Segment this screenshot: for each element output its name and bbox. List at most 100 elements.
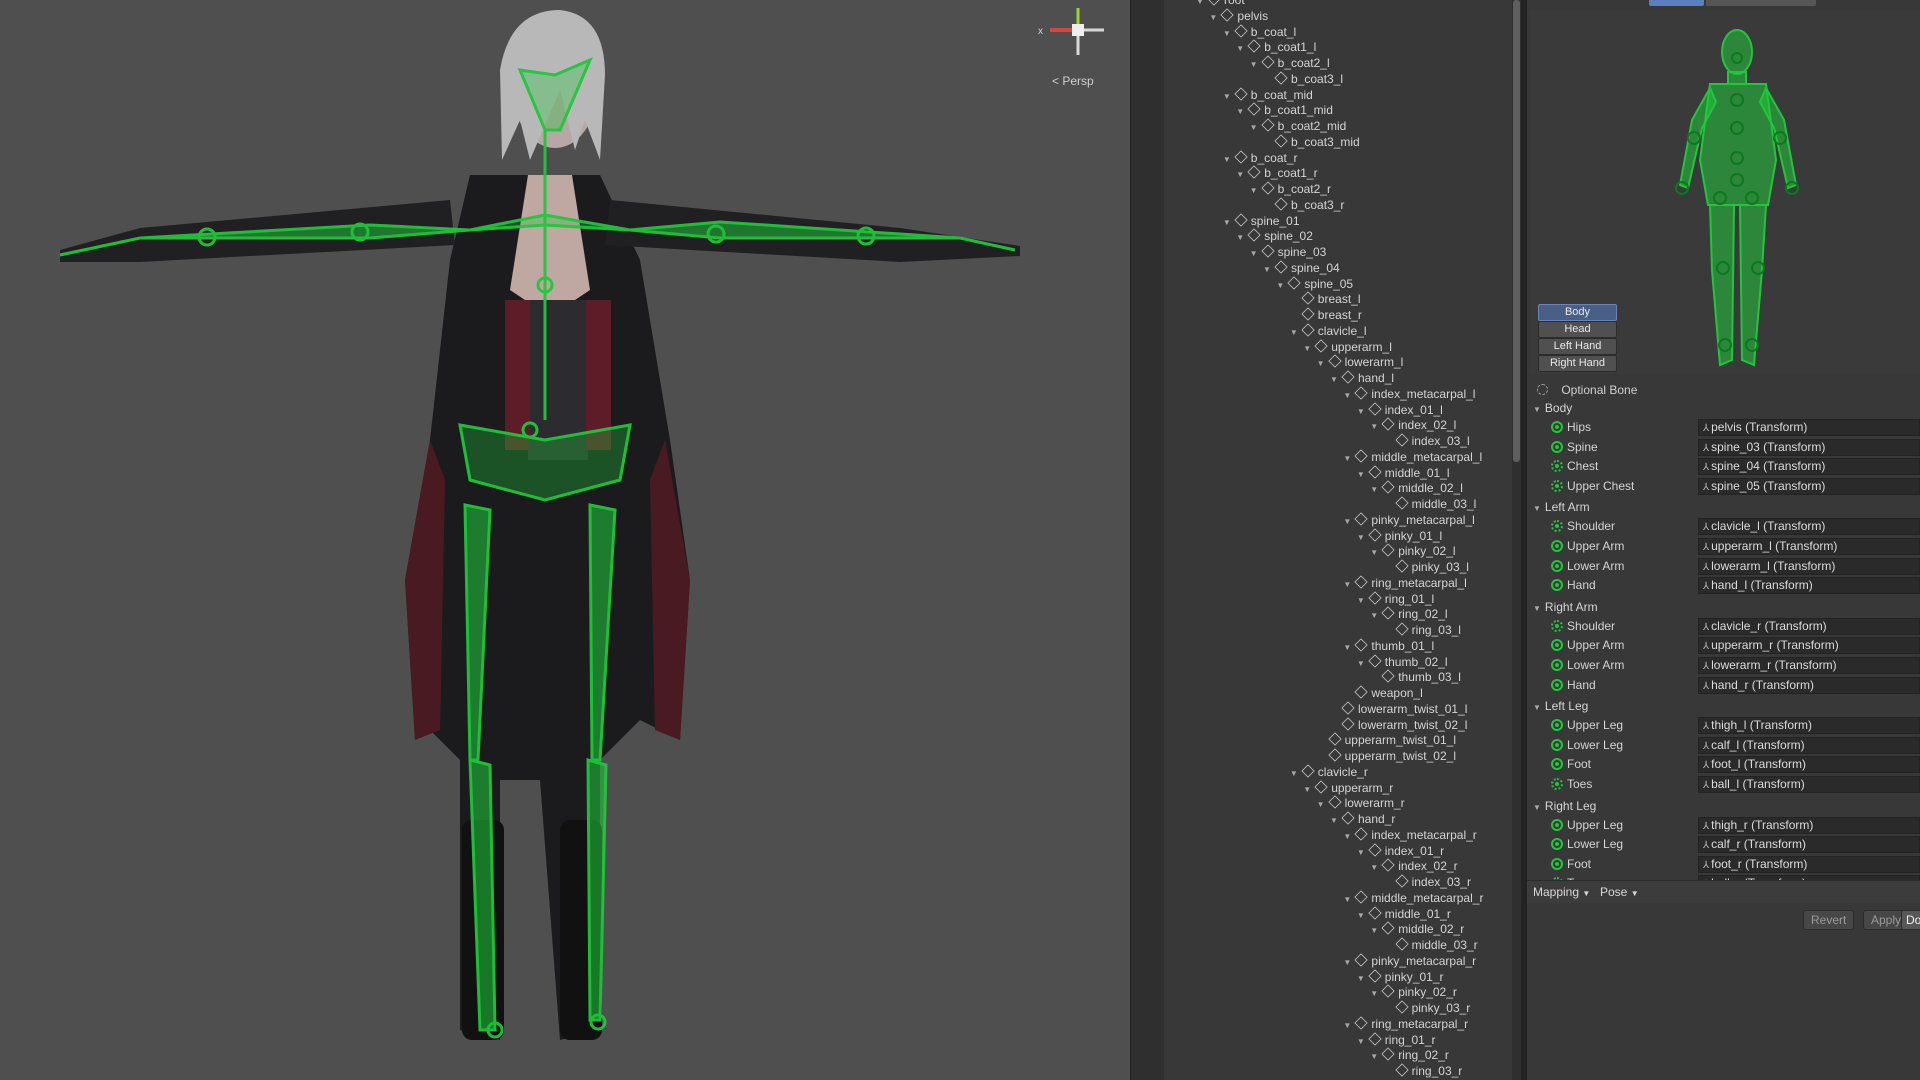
hierarchy-row[interactable]: ▼ ring_metacarpal_l (1341, 575, 1467, 592)
hierarchy-row[interactable]: ▼ring_03_r (1382, 1063, 1462, 1079)
hierarchy-row[interactable]: ▼ b_coat2_l (1248, 55, 1330, 72)
hierarchy-row[interactable]: ▼index_03_r (1382, 874, 1471, 890)
expand-arrow-icon[interactable]: ▼ (1355, 971, 1367, 986)
expand-arrow-icon[interactable]: ▼ (1301, 782, 1313, 797)
expand-arrow-icon[interactable]: ▼ (1221, 152, 1233, 167)
expand-arrow-icon[interactable]: ▼ (1368, 608, 1380, 623)
hierarchy-row[interactable]: ▼breast_l (1288, 291, 1361, 307)
expand-arrow-icon[interactable]: ▼ (1221, 26, 1233, 41)
expand-arrow-icon[interactable]: ▼ (1355, 656, 1367, 671)
expand-arrow-icon[interactable]: ▼ (1341, 1018, 1353, 1033)
expand-arrow-icon[interactable]: ▼ (1355, 908, 1367, 923)
hierarchy-row[interactable]: ▼ lowerarm_r (1315, 795, 1405, 812)
hierarchy-row[interactable]: ▼ thumb_02_l (1355, 653, 1448, 671)
expand-arrow-icon[interactable]: ▼ (1328, 372, 1340, 387)
expand-arrow-icon[interactable]: ▼ (1328, 813, 1340, 828)
expand-arrow-icon[interactable]: ▼ (1368, 419, 1380, 434)
hierarchy-row[interactable]: ▼ index_02_r (1368, 858, 1458, 875)
hierarchy-row[interactable]: ▼ b_coat1_r (1234, 165, 1318, 182)
expand-arrow-icon[interactable]: ▼ (1207, 10, 1219, 25)
expand-arrow-icon[interactable]: ▼ (1368, 860, 1380, 875)
expand-arrow-icon[interactable]: ▼ (1248, 57, 1260, 72)
bone-transform-field[interactable]: ⅄ ball_l (Transform) (1698, 776, 1920, 793)
expand-arrow-icon[interactable]: ▼ (1368, 1049, 1380, 1064)
hierarchy-row[interactable]: ▼ middle_02_r (1368, 921, 1464, 938)
bone-transform-field[interactable]: ⅄ foot_l (Transform) (1698, 756, 1920, 774)
hierarchy-row[interactable]: ▼ middle_01_r (1355, 905, 1451, 923)
expand-arrow-icon[interactable]: ▼ (1341, 514, 1353, 529)
bone-transform-field[interactable]: ⅄ foot_r (Transform) (1698, 855, 1920, 873)
expand-arrow-icon[interactable]: ▼ (1261, 262, 1273, 277)
expand-arrow-icon[interactable]: ▼ (1355, 1034, 1367, 1049)
hierarchy-row[interactable]: ▼ pinky_01_r (1355, 968, 1444, 986)
hierarchy-row[interactable]: ▼ index_01_r (1355, 842, 1444, 860)
hierarchy-row[interactable]: ▼ middle_metacarpal_r (1341, 890, 1483, 906)
hierarchy-row[interactable]: ▼index_03_l (1382, 433, 1470, 449)
orientation-gizmo[interactable]: x (1030, 0, 1120, 60)
hierarchy-row[interactable]: ▼ b_coat2_r (1248, 181, 1331, 198)
hierarchy-row[interactable]: ▼ ring_metacarpal_r (1341, 1016, 1468, 1033)
hierarchy-row[interactable]: ▼middle_03_r (1382, 937, 1478, 953)
expand-arrow-icon[interactable]: ▼ (1248, 120, 1260, 135)
tab-mapping[interactable] (1649, 0, 1704, 6)
hierarchy-row[interactable]: ▼ hand_l (1328, 370, 1394, 387)
hierarchy-row[interactable]: ▼thumb_03_l (1368, 669, 1461, 685)
mapping-dropdown[interactable]: Mapping ▼ (1533, 885, 1590, 899)
expand-arrow-icon[interactable]: ▼ (1234, 167, 1246, 182)
hierarchy-row[interactable]: ▼b_coat3_mid (1261, 134, 1360, 150)
expand-arrow-icon[interactable]: ▼ (1248, 183, 1260, 198)
hierarchy-scrollbar-thumb[interactable] (1513, 0, 1520, 462)
hierarchy-row[interactable]: ▼ middle_02_l (1368, 480, 1463, 497)
expand-arrow-icon[interactable]: ▼ (1341, 955, 1353, 970)
hierarchy-row[interactable]: ▼ pelvis (1207, 8, 1268, 25)
expand-arrow-icon[interactable]: ▼ (1341, 577, 1353, 592)
part-button-head[interactable]: Head (1538, 321, 1617, 338)
section-header[interactable]: ▼ Body (1533, 401, 1572, 415)
hierarchy-row[interactable]: ▼ pinky_02_r (1368, 984, 1457, 1001)
hierarchy-row[interactable]: ▼ thumb_01_l (1341, 638, 1434, 654)
hierarchy-row[interactable]: ▼ pinky_metacarpal_r (1341, 953, 1476, 970)
hierarchy-row[interactable]: ▼ upperarm_l (1301, 338, 1392, 356)
hierarchy-row[interactable]: ▼ middle_metacarpal_l (1341, 449, 1482, 465)
expand-arrow-icon[interactable]: ▼ (1368, 986, 1380, 1001)
projection-toggle[interactable]: < Persp (1052, 74, 1094, 88)
expand-arrow-icon[interactable]: ▼ (1274, 278, 1286, 293)
bone-transform-field[interactable]: ⅄ upperarm_l (Transform) (1698, 538, 1920, 555)
hierarchy-row[interactable]: ▼ b_coat_mid (1221, 86, 1313, 103)
part-button-left-hand[interactable]: Left Hand (1538, 338, 1617, 355)
expand-arrow-icon[interactable]: ▼ (1341, 829, 1353, 844)
expand-arrow-icon[interactable]: ▼ (1301, 341, 1313, 356)
hierarchy-row[interactable]: ▼ root (1194, 0, 1245, 8)
bone-transform-field[interactable]: ⅄ hand_l (Transform) (1698, 577, 1920, 595)
hierarchy-row[interactable]: ▼ ring_02_l (1368, 606, 1448, 623)
hierarchy-row[interactable]: ▼ b_coat_r (1221, 149, 1298, 167)
hierarchy-row[interactable]: ▼ pinky_01_l (1355, 527, 1442, 545)
expand-arrow-icon[interactable]: ▼ (1355, 467, 1367, 482)
bone-transform-field[interactable]: ⅄ spine_05 (Transform) (1698, 477, 1920, 495)
hierarchy-row[interactable]: ▼ b_coat1_l (1234, 39, 1316, 56)
expand-arrow-icon[interactable]: ▼ (1355, 845, 1367, 860)
hierarchy-row[interactable]: ▼ lowerarm_l (1315, 354, 1403, 370)
expand-arrow-icon[interactable]: ▼ (1194, 0, 1206, 9)
expand-arrow-icon[interactable]: ▼ (1248, 246, 1260, 261)
expand-arrow-icon[interactable]: ▼ (1368, 482, 1380, 497)
hierarchy-row[interactable]: ▼ spine_04 (1261, 260, 1340, 277)
bone-transform-field[interactable]: ⅄ clavicle_l (Transform) (1698, 518, 1920, 536)
expand-arrow-icon[interactable]: ▼ (1315, 797, 1327, 812)
hierarchy-row[interactable]: ▼ index_metacarpal_r (1341, 827, 1477, 844)
section-header[interactable]: ▼ Left Arm (1533, 500, 1590, 514)
hierarchy-row[interactable]: ▼upperarm_twist_01_l (1315, 732, 1456, 748)
expand-arrow-icon[interactable]: ▼ (1234, 41, 1246, 56)
hierarchy-row[interactable]: ▼middle_03_l (1382, 496, 1476, 512)
expand-arrow-icon[interactable]: ▼ (1355, 593, 1367, 608)
hierarchy-row[interactable]: ▼ spine_02 (1234, 228, 1313, 244)
expand-arrow-icon[interactable]: ▼ (1368, 923, 1380, 938)
hierarchy-row[interactable]: ▼ring_03_l (1382, 622, 1461, 638)
expand-arrow-icon[interactable]: ▼ (1355, 530, 1367, 545)
bone-transform-field[interactable]: ⅄ calf_r (Transform) (1698, 836, 1920, 854)
part-button-body[interactable]: Body (1538, 304, 1617, 321)
expand-arrow-icon[interactable]: ▼ (1341, 388, 1353, 403)
bone-transform-field[interactable]: ⅄ spine_03 (Transform) (1698, 438, 1920, 456)
pose-dropdown[interactable]: Pose ▼ (1600, 885, 1639, 899)
bone-transform-field[interactable]: ⅄ lowerarm_r (Transform) (1698, 657, 1920, 674)
